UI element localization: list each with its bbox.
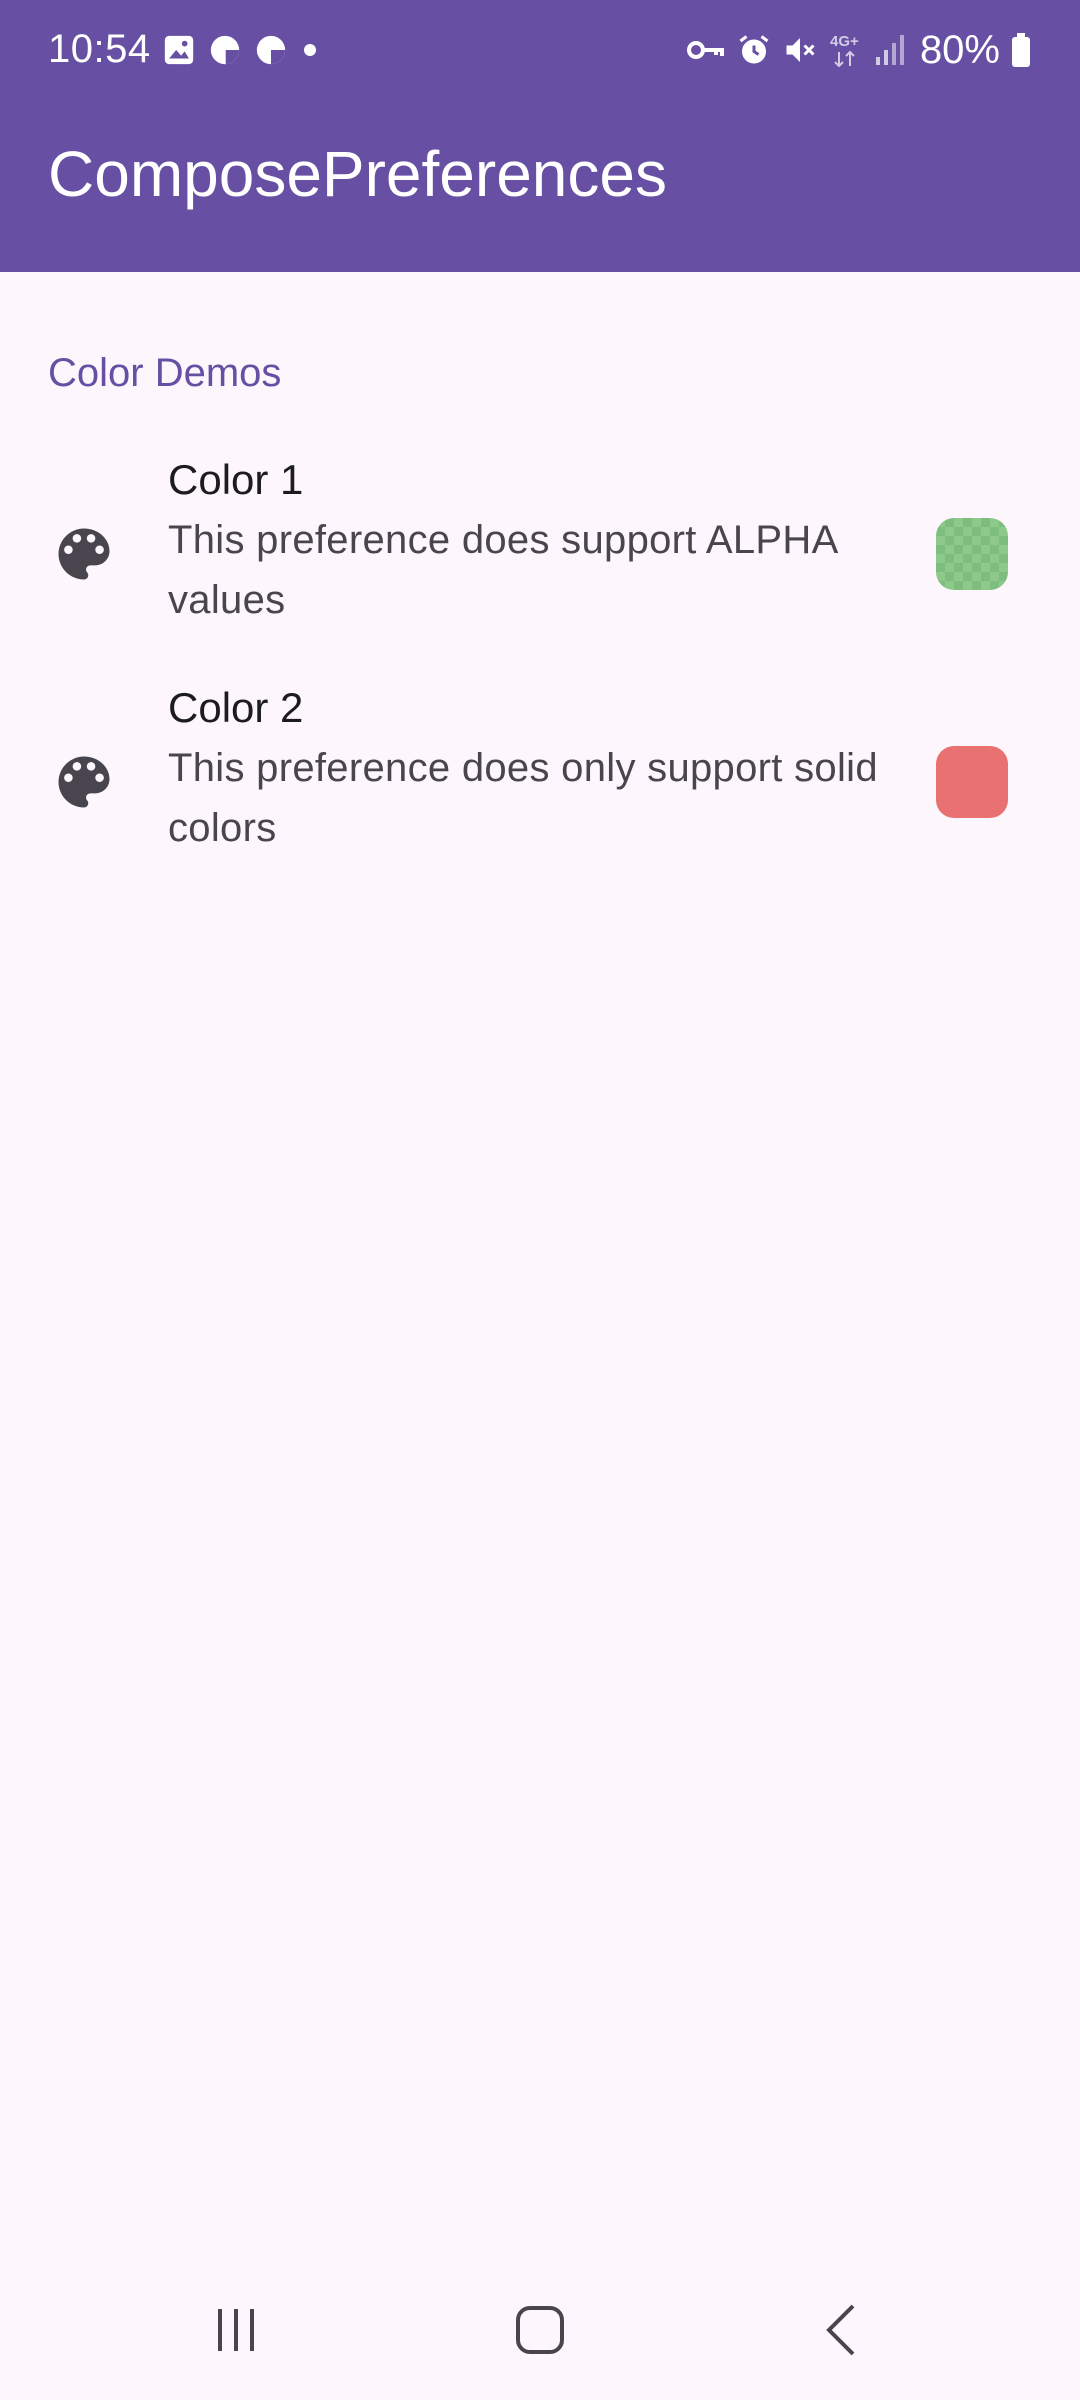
status-time: 10:54	[48, 27, 151, 71]
navigation-bar	[0, 2264, 1080, 2400]
gallery-icon	[162, 33, 196, 67]
pie-status-icon	[254, 33, 288, 67]
vpn-key-icon	[686, 35, 726, 65]
status-bar: 10:54 4G+ 80%	[0, 0, 1080, 98]
svg-text:4G+: 4G+	[830, 33, 859, 50]
preference-summary: This preference does support ALPHA value…	[168, 518, 837, 622]
preference-title: Color 1	[168, 456, 304, 503]
alarm-icon	[736, 32, 772, 68]
home-icon	[514, 2304, 566, 2361]
battery-percent: 80%	[919, 28, 1000, 72]
mute-icon	[782, 32, 818, 68]
color-2-preference[interactable]: Color 2 This preference does only suppor…	[0, 670, 1080, 894]
section-title: Color Demos	[48, 351, 282, 395]
signal-icon	[874, 33, 906, 67]
recents-button[interactable]	[196, 2292, 276, 2372]
dot-icon	[300, 40, 320, 60]
preference-summary: This preference does only support solid …	[168, 746, 878, 850]
color-swatch-solid	[936, 746, 1008, 818]
color-swatch-alpha	[936, 518, 1008, 590]
pie-status-icon	[208, 33, 242, 67]
recents-icon	[211, 2305, 261, 2360]
home-button[interactable]	[500, 2292, 580, 2372]
palette-icon	[50, 520, 118, 588]
back-icon	[817, 2302, 867, 2363]
app-bar: ComposePreferences	[0, 98, 1080, 272]
4g-data-icon: 4G+	[828, 30, 864, 70]
app-title: ComposePreferences	[48, 138, 667, 210]
preference-title: Color 2	[168, 684, 304, 731]
color-1-preference[interactable]: Color 1 This preference does support ALP…	[0, 442, 1080, 666]
status-left-icons	[162, 30, 320, 70]
battery-icon	[1010, 32, 1032, 68]
back-button[interactable]	[802, 2292, 882, 2372]
palette-icon	[50, 748, 118, 816]
status-right-icons: 4G+ 80%	[686, 28, 1032, 72]
